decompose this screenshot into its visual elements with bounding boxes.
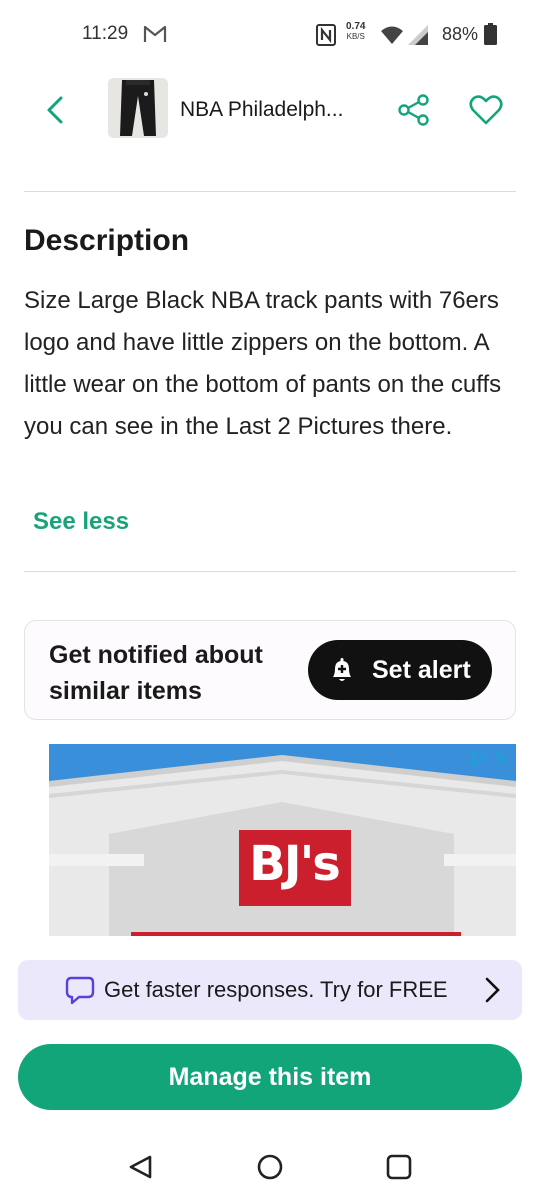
network-speed-unit: KB/S: [346, 32, 365, 41]
chat-bubble-icon: [65, 976, 95, 1005]
back-button[interactable]: [38, 90, 72, 130]
close-icon: [495, 752, 507, 764]
back-arrow-icon: [47, 96, 63, 124]
adchoices-button[interactable]: [470, 748, 514, 768]
battery-icon: [484, 23, 497, 45]
set-alert-label: Set alert: [372, 655, 471, 684]
ad-banner[interactable]: BJ's: [24, 744, 516, 936]
divider-description: [24, 571, 516, 572]
item-header: NBA Philadelph...: [0, 72, 540, 148]
gmail-icon: [143, 25, 167, 42]
nav-recents-icon[interactable]: [385, 1153, 413, 1181]
divider-top: [24, 191, 516, 192]
similar-items-alert-card: Get notified about similar items Set ale…: [24, 620, 516, 720]
description-heading: Description: [24, 224, 190, 257]
network-speed-value: 0.74: [346, 21, 366, 32]
bjs-logo-text: BJ's: [249, 836, 341, 892]
nav-back-icon[interactable]: [128, 1154, 154, 1180]
adchoices-icon: [472, 749, 488, 767]
share-icon[interactable]: [396, 92, 432, 128]
android-nav-bar: [0, 1130, 540, 1200]
description-body: Size Large Black NBA track pants with 76…: [24, 287, 502, 440]
heart-icon[interactable]: [468, 92, 504, 128]
wifi-icon: [381, 26, 403, 44]
nfc-icon: [316, 24, 336, 46]
alert-card-text: Get notified about similar items: [49, 641, 263, 705]
chevron-right-icon: [485, 977, 500, 1003]
nav-home-icon[interactable]: [256, 1153, 284, 1181]
status-time: 11:29: [82, 23, 129, 44]
battery-percent: 88%: [442, 24, 479, 44]
signal-icon: [408, 25, 428, 45]
item-title: NBA Philadelph...: [180, 98, 344, 121]
set-alert-button[interactable]: Set alert: [308, 640, 492, 700]
faster-responses-banner[interactable]: Get faster responses. Try for FREE: [18, 960, 522, 1020]
network-speed: 0.74 KB/S: [346, 22, 365, 42]
see-less-link[interactable]: See less: [33, 508, 129, 536]
item-thumbnail[interactable]: [108, 78, 168, 138]
status-bar: 11:29 0.74 KB/S 88%: [0, 0, 540, 70]
faster-responses-text: Get faster responses. Try for FREE: [104, 977, 448, 1002]
bell-plus-icon: [333, 658, 351, 681]
pants-thumbnail-image: [108, 78, 168, 138]
manage-item-button[interactable]: Manage this item: [18, 1044, 522, 1110]
